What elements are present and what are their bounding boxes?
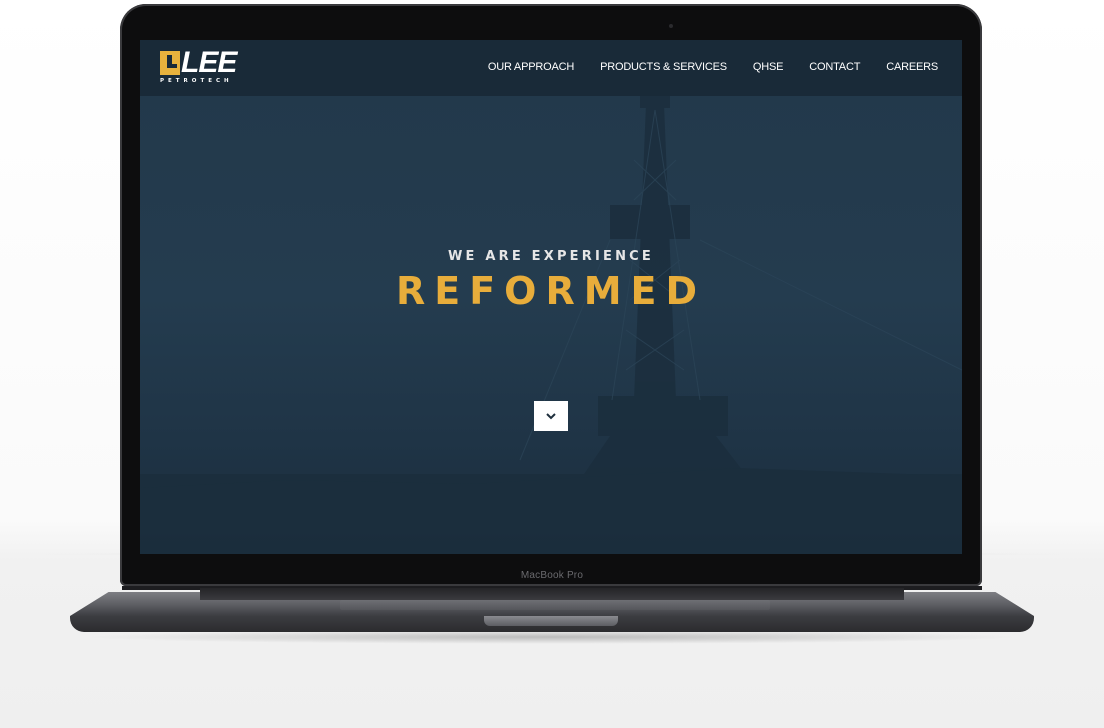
product-mockup: LEE PETROTECH OUR APPROACH PRODUCTS & SE… xyxy=(0,0,1104,728)
nav-item-products-services[interactable]: PRODUCTS & SERVICES xyxy=(600,61,727,73)
scroll-down-button[interactable] xyxy=(534,401,568,431)
laptop-screen: LEE PETROTECH OUR APPROACH PRODUCTS & SE… xyxy=(140,40,962,554)
logo-subtext: PETROTECH xyxy=(160,78,233,84)
logo-mark-icon xyxy=(160,51,180,75)
laptop-shadow xyxy=(80,630,1024,644)
device-label: MacBook Pro xyxy=(520,570,584,581)
site-header: LEE PETROTECH OUR APPROACH PRODUCTS & SE… xyxy=(140,40,962,96)
main-nav: OUR APPROACH PRODUCTS & SERVICES QHSE CO… xyxy=(488,61,938,73)
site-logo[interactable]: LEE PETROTECH xyxy=(160,46,250,87)
hero-title: REFORMED xyxy=(395,269,707,313)
nav-item-contact[interactable]: CONTACT xyxy=(809,61,860,73)
nav-item-careers[interactable]: CAREERS xyxy=(886,61,938,73)
laptop-base xyxy=(70,586,1034,632)
nav-item-our-approach[interactable]: OUR APPROACH xyxy=(488,61,574,73)
logo-text: LEE xyxy=(181,46,237,79)
chevron-down-icon xyxy=(546,413,556,420)
keyboard-edge xyxy=(200,588,904,600)
camera-icon xyxy=(669,24,673,28)
palm-rest xyxy=(340,600,770,610)
lid-notch xyxy=(484,616,618,626)
hero-kicker: WE ARE EXPERIENCE xyxy=(448,249,654,264)
nav-item-qhse[interactable]: QHSE xyxy=(753,61,784,73)
